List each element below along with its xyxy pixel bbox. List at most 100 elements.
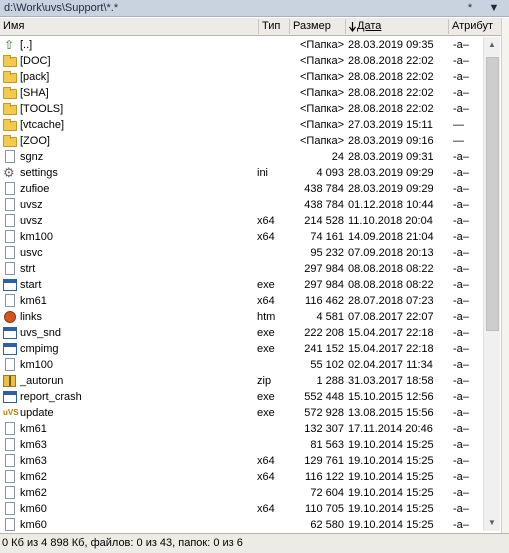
scroll-thumb[interactable] <box>486 57 499 331</box>
document-icon <box>3 294 17 308</box>
file-row[interactable]: km60 x64 110 705 19.10.2014 15:25 -a– <box>0 501 483 517</box>
file-row[interactable]: uvs_snd exe 222 208 15.04.2017 22:18 -a– <box>0 325 483 341</box>
document-icon <box>3 182 17 196</box>
file-row[interactable]: [pack] <Папка> 28.08.2018 22:02 -a– <box>0 69 483 85</box>
file-date: 07.09.2018 20:13 <box>348 247 434 259</box>
document-icon <box>3 262 17 276</box>
history-dropdown-button[interactable]: ▼ <box>484 1 504 15</box>
file-row[interactable]: ⚙ settings ini 4 093 28.03.2019 09:29 -a– <box>0 165 483 181</box>
column-separator[interactable] <box>448 19 449 34</box>
application-icon <box>3 326 17 340</box>
status-text: 0 Кб из 4 898 Кб, файлов: 0 из 43, папок… <box>2 537 243 549</box>
history-star-button[interactable]: * <box>460 1 480 15</box>
file-attributes: -a– <box>453 471 469 483</box>
scroll-down-arrow[interactable]: ▼ <box>484 515 500 531</box>
column-name[interactable]: Имя <box>3 20 24 32</box>
file-row[interactable]: start exe 297 984 08.08.2018 08:22 -a– <box>0 277 483 293</box>
file-name: start <box>20 279 42 291</box>
column-attributes[interactable]: Атрибут <box>452 20 493 32</box>
file-row[interactable]: km63 81 563 19.10.2014 15:25 -a– <box>0 437 483 453</box>
file-row[interactable]: uVS update exe 572 928 13.08.2015 15:56 -a– <box>0 405 483 421</box>
file-name: km100 <box>20 359 54 371</box>
file-row[interactable]: links htm 4 581 07.08.2017 22:07 -a– <box>0 309 483 325</box>
file-row[interactable]: sgnz 24 28.03.2019 09:31 -a– <box>0 149 483 165</box>
file-size: 297 984 <box>304 263 344 275</box>
path-bar[interactable]: d:\Work\uvs\Support\*.* * ▼ <box>0 0 509 17</box>
file-row[interactable]: [SHA] <Папка> 28.08.2018 22:02 -a– <box>0 85 483 101</box>
file-row[interactable]: km100 x64 74 161 14.09.2018 21:04 -a– <box>0 229 483 245</box>
file-type: exe <box>257 343 275 355</box>
archive-icon <box>3 374 17 388</box>
document-icon <box>3 150 17 164</box>
file-size: 129 761 <box>304 455 344 467</box>
file-date: 19.10.2014 15:25 <box>348 487 434 499</box>
application-icon <box>3 342 17 356</box>
column-separator[interactable] <box>289 19 290 34</box>
file-row[interactable]: km63 x64 129 761 19.10.2014 15:25 -a– <box>0 453 483 469</box>
file-row[interactable]: strt 297 984 08.08.2018 08:22 -a– <box>0 261 483 277</box>
file-attributes: -a– <box>453 263 469 275</box>
file-row[interactable]: [ZOO] <Папка> 28.03.2019 09:16 — <box>0 133 483 149</box>
file-row[interactable]: [DOC] <Папка> 28.08.2018 22:02 -a– <box>0 53 483 69</box>
file-date: 28.03.2019 09:29 <box>348 183 434 195</box>
vertical-scrollbar[interactable]: ▲ ▼ <box>483 37 500 531</box>
file-attributes: -a– <box>453 375 469 387</box>
file-date: 28.03.2019 09:16 <box>348 135 434 147</box>
file-type: exe <box>257 407 275 419</box>
file-date: 28.03.2019 09:35 <box>348 39 434 51</box>
file-row[interactable]: [TOOLS] <Папка> 28.08.2018 22:02 -a– <box>0 101 483 117</box>
file-date: 08.08.2018 08:22 <box>348 263 434 275</box>
file-row[interactable]: km100 55 102 02.04.2017 11:34 -a– <box>0 357 483 373</box>
file-date: 28.03.2019 09:31 <box>348 151 434 163</box>
file-row[interactable]: uvsz 438 784 01.12.2018 10:44 -a– <box>0 197 483 213</box>
column-separator[interactable] <box>258 19 259 34</box>
file-date: 19.10.2014 15:25 <box>348 503 434 515</box>
file-row[interactable]: cmpimg exe 241 152 15.04.2017 22:18 -a– <box>0 341 483 357</box>
file-list[interactable]: ⇧ [..] <Папка> 28.03.2019 09:35 -a– [DOC] <Пап… <box>0 37 483 531</box>
column-separator[interactable] <box>345 19 346 34</box>
file-row[interactable]: km61 x64 116 462 28.07.2018 07:23 -a– <box>0 293 483 309</box>
file-size: 55 102 <box>310 359 344 371</box>
file-size: 81 563 <box>310 439 344 451</box>
file-row[interactable]: ⇧ [..] <Папка> 28.03.2019 09:35 -a– <box>0 37 483 53</box>
file-date: 28.03.2019 09:29 <box>348 167 434 179</box>
file-row[interactable]: km62 72 604 19.10.2014 15:25 -a– <box>0 485 483 501</box>
file-name: [..] <box>20 39 33 51</box>
file-name: sgnz <box>20 151 44 163</box>
file-type: x64 <box>257 215 275 227</box>
file-attributes: -a– <box>453 439 469 451</box>
file-row[interactable]: [vtcache] <Папка> 27.03.2019 15:11 — <box>0 117 483 133</box>
scroll-up-arrow[interactable]: ▲ <box>484 37 500 53</box>
file-row[interactable]: km61 132 307 17.11.2014 20:46 -a– <box>0 421 483 437</box>
file-date: 15.10.2015 12:56 <box>348 391 434 403</box>
column-type[interactable]: Тип <box>262 20 280 32</box>
file-row[interactable]: uvsz x64 214 528 11.10.2018 20:04 -a– <box>0 213 483 229</box>
file-attributes: -a– <box>453 87 469 99</box>
file-row[interactable]: usvc 95 232 07.09.2018 20:13 -a– <box>0 245 483 261</box>
file-attributes: -a– <box>453 327 469 339</box>
column-date[interactable]: Дата <box>357 20 381 32</box>
file-date: 13.08.2015 15:56 <box>348 407 434 419</box>
file-type: exe <box>257 279 275 291</box>
application-icon <box>3 278 17 292</box>
file-attributes: -a– <box>453 55 469 67</box>
column-size[interactable]: Размер <box>293 20 331 32</box>
file-date: 17.11.2014 20:46 <box>348 423 433 435</box>
file-row[interactable]: zufioe 438 784 28.03.2019 09:29 -a– <box>0 181 483 197</box>
file-row[interactable]: _autorun zip 1 288 31.03.2017 18:58 -a– <box>0 373 483 389</box>
file-attributes: -a– <box>453 167 469 179</box>
file-name: zufioe <box>20 183 50 195</box>
file-date: 01.12.2018 10:44 <box>348 199 434 211</box>
document-icon <box>3 358 17 372</box>
file-name: km60 <box>20 503 47 515</box>
file-row[interactable]: km62 x64 116 122 19.10.2014 15:25 -a– <box>0 469 483 485</box>
file-type: htm <box>257 311 276 323</box>
file-size: 4 093 <box>316 167 344 179</box>
file-size: <Папка> <box>300 87 344 99</box>
current-path[interactable]: d:\Work\uvs\Support\*.* <box>4 2 118 14</box>
file-row[interactable]: report_crash exe 552 448 15.10.2015 12:56 -a… <box>0 389 483 405</box>
file-size: 116 122 <box>305 471 344 483</box>
adjacent-panel-edge <box>501 18 509 534</box>
file-name: _autorun <box>20 375 64 387</box>
file-row[interactable]: km60 62 580 19.10.2014 15:25 -a– <box>0 517 483 531</box>
